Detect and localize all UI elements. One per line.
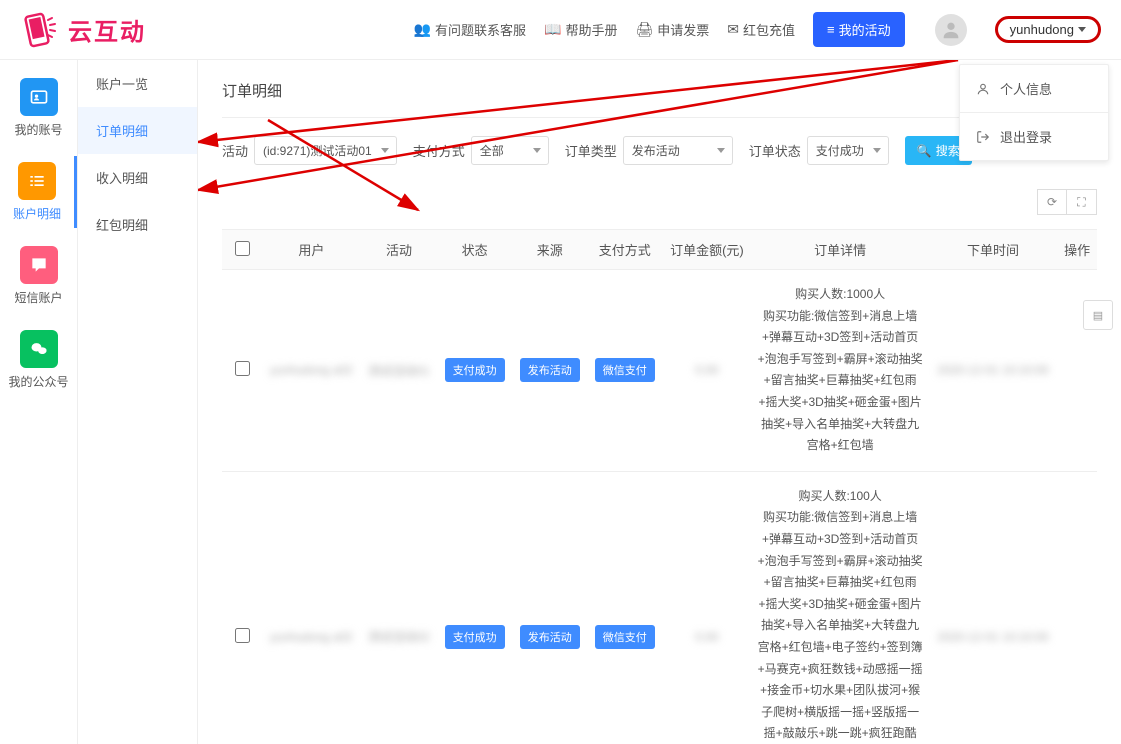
th-time: 下单时间 (929, 230, 1058, 270)
logo-text: 云互动 (68, 12, 146, 47)
cell-activity: 测试活动02 (368, 630, 429, 644)
profile-icon (976, 82, 990, 96)
header-link-invoice[interactable]: 🖨申请发票 (636, 20, 710, 39)
user-name: yunhudong (1010, 22, 1074, 37)
subnav-order-details[interactable]: 订单明细 (78, 107, 197, 154)
source-badge: 发布活动 (520, 358, 580, 382)
wechat-icon (20, 330, 58, 368)
filter-label-paymethod: 支付方式 (413, 141, 465, 160)
table-toolbar: ⟳ ⛶ (222, 183, 1097, 229)
filter-label-ordertype: 订单类型 (565, 141, 617, 160)
caret-down-icon (1078, 27, 1086, 32)
main-content: 订单明细 活动 (id:9271)测试活动01 支付方式 全部 订单类型 发布活… (198, 60, 1121, 744)
th-source: 来源 (512, 230, 587, 270)
sidebar-item-account-details[interactable]: 账户明细 (0, 156, 77, 228)
user-dropdown[interactable]: yunhudong (995, 16, 1101, 43)
list-icon: ≡ (827, 22, 835, 37)
orders-table: 用户 活动 状态 来源 支付方式 订单金额(元) 订单详情 下单时间 操作 yu… (222, 229, 1097, 744)
checkbox-all[interactable] (235, 241, 250, 256)
paymethod-badge: 微信支付 (595, 625, 655, 649)
status-badge: 支付成功 (445, 358, 505, 382)
refresh-button[interactable]: ⟳ (1037, 189, 1067, 215)
header-link-help[interactable]: 📖帮助手册 (544, 20, 617, 39)
cell-activity: 测试活动01 (368, 364, 429, 378)
user-menu: 个人信息 退出登录 (959, 64, 1109, 161)
sidebar-secondary: 账户一览 订单明细 收入明细 红包明细 (78, 60, 198, 744)
book-icon: 📖 (544, 21, 561, 38)
list-icon (18, 162, 56, 200)
select-orderstatus[interactable]: 支付成功 (807, 136, 889, 165)
caret-down-icon (873, 148, 881, 153)
th-details: 订单详情 (752, 230, 929, 270)
cell-time: 2020-12-01 10:10:00 (937, 630, 1048, 644)
header-link-contact[interactable]: 👥有问题联系客服 (414, 20, 526, 39)
cell-user: yunhudong a02 (270, 630, 353, 644)
fullscreen-button[interactable]: ⛶ (1067, 189, 1097, 215)
th-status: 状态 (437, 230, 512, 270)
logout-icon (976, 130, 990, 144)
menu-item-profile[interactable]: 个人信息 (960, 65, 1108, 112)
sidebar-primary: 我的账号 账户明细 短信账户 我的公众号 (0, 60, 78, 744)
paymethod-badge: 微信支付 (595, 358, 655, 382)
subnav-account-overview[interactable]: 账户一览 (78, 60, 197, 107)
row-checkbox[interactable] (235, 361, 250, 376)
subnav-income-details[interactable]: 收入明细 (78, 154, 197, 201)
chat-icon (20, 246, 58, 284)
select-ordertype[interactable]: 发布活动 (623, 136, 733, 165)
select-paymethod[interactable]: 全部 (471, 136, 549, 165)
sidebar-item-my-account[interactable]: 我的账号 (0, 72, 77, 144)
filter-label-activity: 活动 (222, 141, 248, 160)
menu-item-logout[interactable]: 退出登录 (960, 113, 1108, 160)
envelope-icon: ✉ (727, 21, 739, 38)
header: 云互动 👥有问题联系客服 📖帮助手册 🖨申请发票 ✉红包充值 ≡我的活动 yun… (0, 0, 1121, 60)
grid-icon: ▤ (1093, 309, 1103, 322)
caret-down-icon (381, 148, 389, 153)
search-icon: 🔍 (917, 144, 932, 158)
caret-down-icon (533, 148, 541, 153)
header-link-recharge[interactable]: ✉红包充值 (727, 20, 795, 39)
row-checkbox[interactable] (235, 628, 250, 643)
cell-action (1057, 471, 1097, 744)
avatar[interactable] (935, 14, 967, 46)
table-row: yunhudong a02 测试活动02 支付成功 发布活动 微信支付 0.00… (222, 471, 1097, 744)
status-badge: 支付成功 (445, 625, 505, 649)
print-icon: 🖨 (636, 21, 654, 38)
cell-amount: 0.00 (695, 630, 718, 644)
th-user: 用户 (262, 230, 361, 270)
cell-user: yunhudong a02 (270, 363, 353, 377)
caret-down-icon (717, 148, 725, 153)
cell-details: 购买人数:1000人购买功能:微信签到+消息上墙+弹幕互动+3D签到+活动首页+… (752, 270, 929, 472)
cell-details: 购买人数:100人购买功能:微信签到+消息上墙+弹幕互动+3D签到+活动首页+泡… (752, 471, 929, 744)
filter-label-orderstatus: 订单状态 (749, 141, 801, 160)
cell-time: 2020-12-01 10:10:00 (937, 363, 1048, 377)
th-paymethod: 支付方式 (587, 230, 662, 270)
refresh-icon: ⟳ (1047, 195, 1057, 209)
logo[interactable]: 云互动 (20, 10, 146, 50)
subnav-redpacket-details[interactable]: 红包明细 (78, 201, 197, 248)
fullscreen-icon: ⛶ (1077, 195, 1085, 210)
header-links: 👥有问题联系客服 📖帮助手册 🖨申请发票 ✉红包充值 ≡我的活动 yunhudo… (414, 12, 1101, 47)
th-amount: 订单金额(元) (662, 230, 751, 270)
source-badge: 发布活动 (520, 625, 580, 649)
side-widget-button[interactable]: ▤ (1083, 300, 1113, 330)
logo-icon (20, 10, 60, 50)
sidebar-item-wechat[interactable]: 我的公众号 (0, 324, 77, 396)
my-activity-button[interactable]: ≡我的活动 (813, 12, 905, 47)
select-activity[interactable]: (id:9271)测试活动01 (254, 136, 397, 165)
contact-icon: 👥 (414, 21, 431, 38)
cell-amount: 0.00 (695, 363, 718, 377)
th-action: 操作 (1057, 230, 1097, 270)
table-row: yunhudong a02 测试活动01 支付成功 发布活动 微信支付 0.00… (222, 270, 1097, 472)
id-card-icon (20, 78, 58, 116)
sidebar-item-sms-account[interactable]: 短信账户 (0, 240, 77, 312)
th-activity: 活动 (361, 230, 437, 270)
